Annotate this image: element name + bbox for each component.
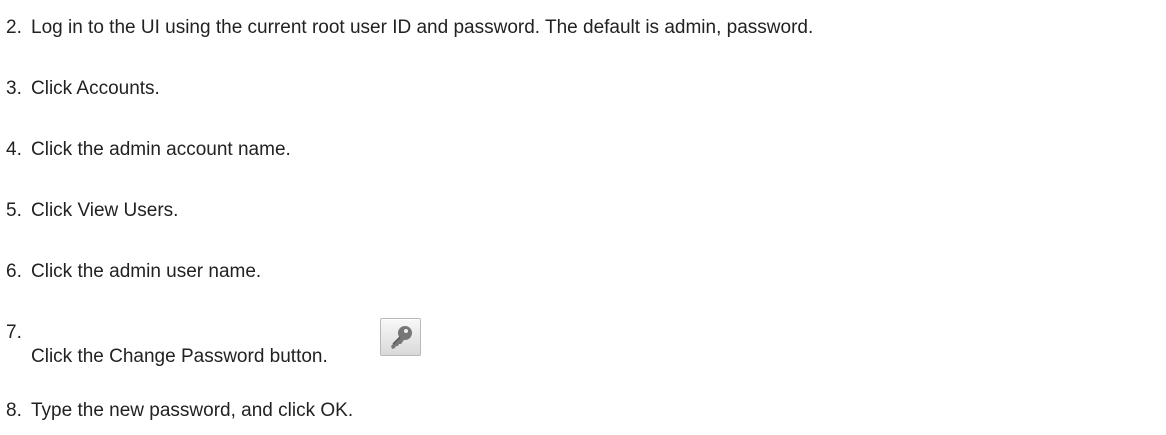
step-text: Click the Change Password button. bbox=[31, 346, 328, 367]
step-number: 7. bbox=[6, 322, 22, 343]
step-number: 4. bbox=[6, 139, 22, 160]
key-icon bbox=[391, 326, 412, 349]
change-password-button[interactable] bbox=[380, 318, 421, 356]
step-number: 6. bbox=[6, 261, 22, 282]
step-text: Click the admin user name. bbox=[31, 261, 262, 282]
step-text: Click View Users. bbox=[31, 200, 179, 221]
step-number: 5. bbox=[6, 200, 22, 221]
step-text: Click the admin account name. bbox=[31, 139, 291, 160]
step-number: 3. bbox=[6, 78, 22, 99]
step-number: 2. bbox=[6, 17, 22, 38]
step-text: Log in to the UI using the current root … bbox=[31, 17, 814, 38]
instruction-steps: 2. Log in to the UI using the current ro… bbox=[0, 0, 1166, 435]
step-text: Type the new password, and click OK. bbox=[31, 400, 354, 421]
step-text: Click Accounts. bbox=[31, 78, 160, 99]
step-number: 8. bbox=[6, 400, 22, 421]
